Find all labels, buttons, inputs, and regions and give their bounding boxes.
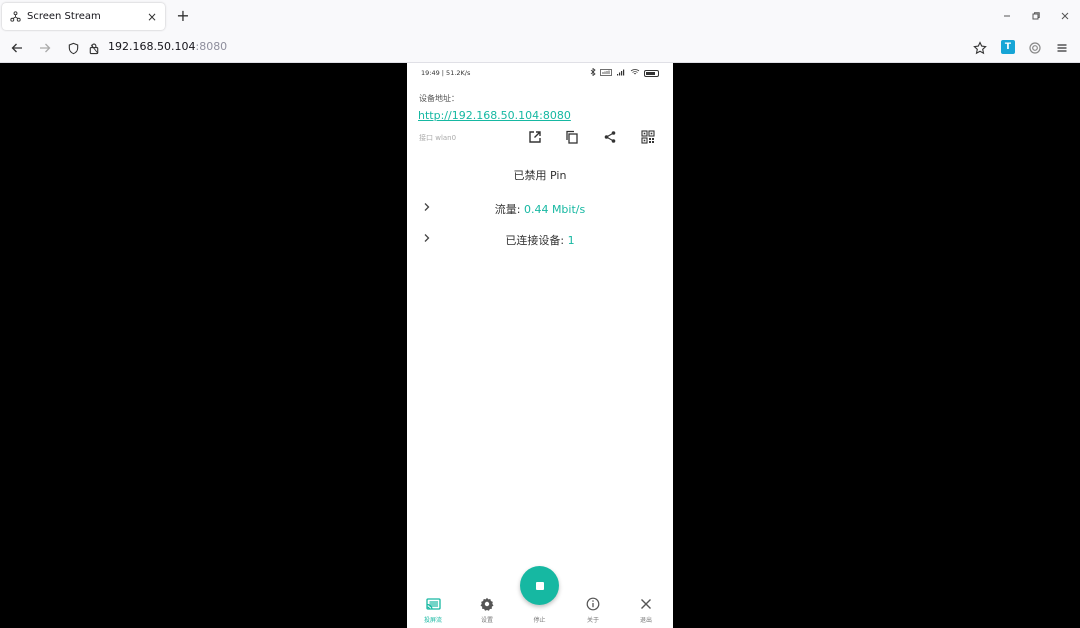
- url-port: :8080: [195, 40, 228, 53]
- stop-button[interactable]: [520, 566, 559, 605]
- nav-exit[interactable]: 退出: [626, 596, 666, 626]
- nav-stream-label: 投屏流: [423, 617, 442, 624]
- phone-screen: 19:49 | 51.2K/s 设备地址： http://192.168.50.…: [407, 63, 673, 628]
- open-external-icon[interactable]: [525, 127, 545, 147]
- traffic-label: 流量:: [494, 203, 524, 216]
- nav-settings[interactable]: 设置: [467, 596, 507, 626]
- battery-icon: [644, 69, 659, 77]
- nav-settings-label: 设置: [480, 617, 493, 624]
- address-bar[interactable]: 192.168.50.104:8080: [108, 40, 227, 53]
- close-icon: [638, 596, 654, 612]
- url-host: 192.168.50.104: [108, 40, 196, 53]
- devices-label: 已连接设备:: [505, 234, 568, 247]
- connected-devices-row[interactable]: 已连接设备: 1: [407, 228, 673, 252]
- restore-icon[interactable]: [1027, 8, 1045, 24]
- copy-icon[interactable]: [562, 127, 582, 147]
- browser-tab[interactable]: Screen Stream ×: [2, 3, 165, 30]
- traffic-value: 0.44 Mbit/s: [523, 203, 586, 216]
- lock-icon[interactable]: [84, 38, 104, 58]
- device-address-label: 设备地址：: [419, 94, 459, 103]
- cast-icon: [425, 596, 441, 612]
- traffic-row[interactable]: 流量: 0.44 Mbit/s: [407, 197, 673, 221]
- pin-status: 已禁用 Pin: [513, 169, 567, 182]
- gear-icon: [479, 596, 495, 612]
- bluetooth-icon: [590, 67, 596, 78]
- share-icon[interactable]: [600, 127, 620, 147]
- new-tab-button[interactable]: +: [174, 7, 192, 25]
- phone-status-bar: 19:49 | 51.2K/s: [407, 67, 673, 80]
- tab-title: Screen Stream: [27, 11, 101, 22]
- extension-icon[interactable]: [1025, 38, 1045, 58]
- nav-exit-label: 退出: [639, 617, 652, 624]
- nav-about[interactable]: 关于: [573, 596, 613, 626]
- close-window-icon[interactable]: [1056, 8, 1074, 24]
- device-address-link[interactable]: http://192.168.50.104:8080: [418, 109, 571, 122]
- interface-label: 接口 wlan0: [419, 134, 457, 142]
- shield-icon[interactable]: [63, 38, 83, 58]
- wifi-icon: [630, 68, 640, 78]
- forward-icon[interactable]: [35, 38, 55, 58]
- nav-stop-label: 停止: [533, 617, 546, 624]
- traffic-text: 流量: 0.44 Mbit/s: [407, 201, 673, 217]
- navigation-bar: 192.168.50.104:8080: [0, 32, 1080, 63]
- nav-about-label: 关于: [586, 617, 599, 624]
- tab-close-button[interactable]: ×: [143, 8, 161, 26]
- devices-value: 1: [567, 234, 575, 247]
- translate-extension-button[interactable]: T: [1001, 40, 1015, 54]
- minimize-icon[interactable]: [998, 8, 1016, 24]
- menu-icon[interactable]: [1052, 38, 1072, 58]
- qr-code-icon[interactable]: [638, 127, 658, 147]
- bookmark-star-icon[interactable]: [970, 38, 990, 58]
- status-icons: [590, 67, 659, 78]
- signal-icon: [600, 68, 612, 78]
- stop-icon: [535, 581, 544, 590]
- network-icon: [9, 11, 21, 23]
- info-icon: [585, 596, 601, 612]
- nav-stream[interactable]: 投屏流: [413, 596, 453, 626]
- tab-bar: Screen Stream × +: [0, 0, 1080, 32]
- back-icon[interactable]: [7, 38, 27, 58]
- status-time-speed: 19:49 | 51.2K/s: [421, 69, 471, 77]
- cellular-icon: [616, 69, 626, 78]
- connected-devices-text: 已连接设备: 1: [407, 232, 673, 248]
